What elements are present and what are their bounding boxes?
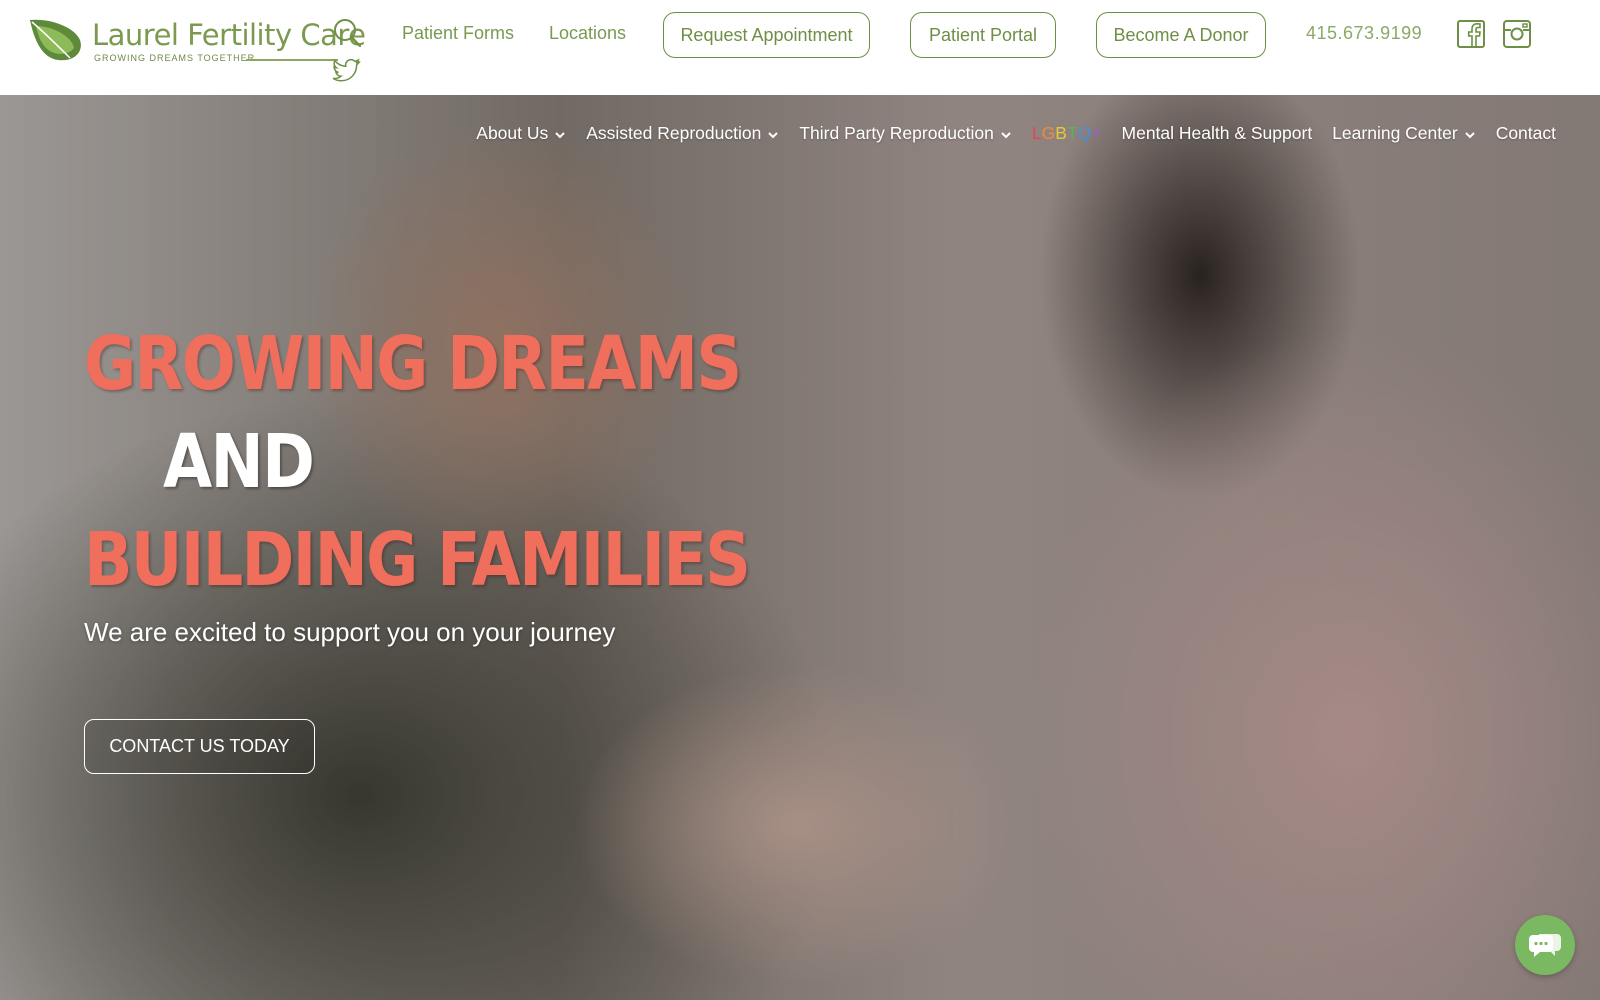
request-appointment-button[interactable]: Request Appointment bbox=[663, 12, 870, 58]
contact-us-button[interactable]: CONTACT US TODAY bbox=[84, 719, 315, 774]
chat-button[interactable] bbox=[1515, 915, 1575, 975]
logo-underline bbox=[246, 59, 338, 61]
nav-item-lgbtq[interactable]: LGBTQ+ bbox=[1032, 123, 1102, 144]
main-navigation: About Us Assisted Reproduction Third Par… bbox=[456, 123, 1556, 144]
logo[interactable]: Laurel Fertility Care GROWING DREAMS TOG… bbox=[28, 16, 366, 68]
nav-item-label: Third Party Reproduction bbox=[799, 123, 994, 143]
nav-item-third-party-reproduction[interactable]: Third Party Reproduction bbox=[799, 123, 1012, 144]
nav-item-learning-center[interactable]: Learning Center bbox=[1332, 123, 1476, 144]
facebook-icon[interactable] bbox=[1456, 19, 1486, 49]
hero-section: About Us Assisted Reproduction Third Par… bbox=[0, 95, 1600, 1000]
leaf-logo-icon bbox=[30, 19, 81, 61]
search-icon[interactable] bbox=[332, 18, 362, 48]
nav-item-label: Mental Health & Support bbox=[1121, 123, 1313, 143]
nav-item-label: Learning Center bbox=[1332, 123, 1458, 143]
chevron-down-icon bbox=[1001, 131, 1011, 138]
hero-subtitle: We are excited to support you on your jo… bbox=[84, 617, 616, 647]
site-header: Laurel Fertility Care GROWING DREAMS TOG… bbox=[0, 0, 1600, 95]
nav-item-label: Assisted Reproduction bbox=[586, 123, 762, 143]
chevron-down-icon bbox=[555, 131, 565, 138]
patient-forms-link[interactable]: Patient Forms bbox=[402, 23, 514, 44]
nav-item-label: About Us bbox=[476, 123, 549, 143]
nav-item-label: LGBTQ+ bbox=[1031, 123, 1102, 143]
hero-headline-line-3: BUILDING FAMILIES bbox=[84, 517, 751, 603]
twitter-icon[interactable] bbox=[332, 55, 362, 85]
chevron-down-icon bbox=[1464, 131, 1475, 138]
nav-item-contact[interactable]: Contact bbox=[1496, 123, 1556, 144]
hero-headline-line-2: AND bbox=[163, 419, 315, 505]
nav-item-assisted-reproduction[interactable]: Assisted Reproduction bbox=[586, 123, 779, 144]
nav-item-about-us[interactable]: About Us bbox=[476, 123, 566, 144]
nav-item-label: Contact bbox=[1495, 123, 1556, 143]
logo-tagline: GROWING DREAMS TOGETHER bbox=[94, 53, 256, 63]
phone-number[interactable]: 415.673.9199 bbox=[1306, 23, 1422, 44]
chevron-down-icon bbox=[768, 131, 779, 138]
nav-item-mental-health-support[interactable]: Mental Health & Support bbox=[1122, 123, 1313, 144]
chat-bubbles-icon bbox=[1529, 934, 1561, 957]
locations-link[interactable]: Locations bbox=[549, 23, 626, 44]
logo-name: Laurel Fertility Care bbox=[92, 18, 366, 52]
become-donor-button[interactable]: Become A Donor bbox=[1096, 12, 1266, 58]
hero-headline-line-1: GROWING DREAMS bbox=[84, 321, 742, 407]
patient-portal-button[interactable]: Patient Portal bbox=[910, 12, 1056, 58]
instagram-icon[interactable] bbox=[1502, 19, 1532, 49]
